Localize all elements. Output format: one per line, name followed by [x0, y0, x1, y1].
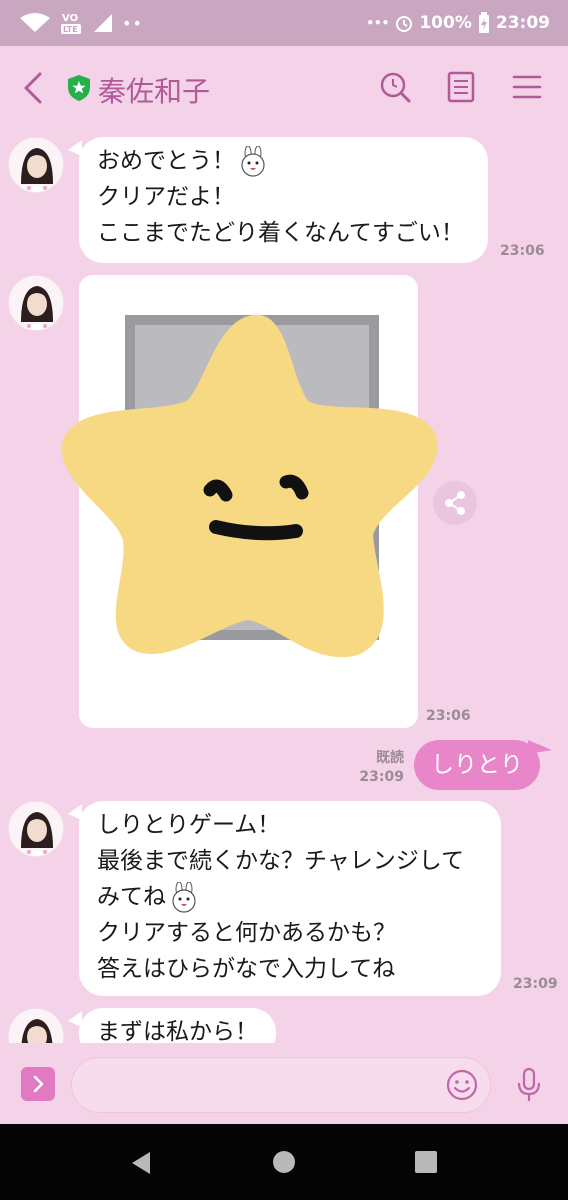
status-right: ••• 100% 23:09	[366, 12, 550, 34]
svg-text:VO: VO	[62, 13, 78, 24]
status-time: 23:09	[495, 13, 550, 33]
alarm-icon	[396, 16, 413, 32]
volte-icon: VO LTE	[61, 13, 81, 34]
message-line: クリアだよ！	[97, 184, 235, 210]
notification-dots: ••	[122, 13, 143, 33]
status-left: VO LTE ••	[18, 10, 143, 36]
share-button[interactable]	[433, 481, 477, 525]
mic-icon[interactable]	[514, 1067, 544, 1103]
chat-title: 秦佐和子	[98, 75, 211, 108]
menu-icon[interactable]	[510, 70, 544, 104]
message-line: ここまでたどり着くなんてすごい！	[97, 220, 464, 246]
search-icon[interactable]	[378, 70, 412, 104]
notes-icon[interactable]	[444, 70, 478, 104]
wifi-icon	[20, 13, 50, 32]
my-message-bubble[interactable]: しりとり	[414, 740, 540, 790]
cony-sticker-icon	[241, 145, 265, 177]
status-bar: VO LTE •• ••• 100% 23:09	[0, 0, 568, 46]
nav-recents-icon[interactable]	[414, 1150, 438, 1174]
android-nav-bar	[0, 1124, 568, 1200]
expand-button[interactable]	[21, 1067, 55, 1101]
cony-sticker-icon	[172, 881, 196, 913]
battery-charging-icon	[478, 12, 489, 33]
message-line: しりとりゲーム！	[97, 812, 281, 838]
message-time: 23:06	[500, 243, 545, 259]
message-bubble[interactable]: おめでとう！ クリアだよ！ ここまでたどり着くなんてすごい！	[79, 137, 488, 263]
shield-star-icon	[68, 75, 90, 101]
signal-icon	[94, 14, 112, 32]
status-more: •••	[366, 16, 390, 30]
emoji-icon[interactable]	[446, 1069, 478, 1101]
chevron-right-icon	[33, 1075, 44, 1093]
chat-header: 秦佐和子	[0, 46, 568, 132]
message-time: 23:09	[513, 976, 558, 992]
back-icon[interactable]	[18, 70, 50, 106]
message-line: 答えはひらがなで入力してね	[97, 956, 396, 982]
message-line: おめでとう！	[97, 148, 235, 174]
nav-back-icon[interactable]	[128, 1150, 154, 1176]
message-line: クリアすると何かあるかも？	[97, 920, 396, 946]
nav-home-icon[interactable]	[272, 1150, 296, 1174]
message-input[interactable]	[71, 1057, 491, 1113]
battery-percent: 100%	[419, 13, 472, 33]
read-receipt: 既読 23:09	[352, 749, 404, 787]
read-label: 既読	[376, 750, 404, 766]
star-sticker-overlay	[61, 314, 438, 658]
message-time: 23:06	[426, 708, 471, 724]
message-time: 23:09	[359, 769, 404, 785]
input-bar	[0, 1043, 568, 1124]
message-line: みてね	[97, 884, 166, 910]
avatar[interactable]	[8, 137, 64, 193]
avatar[interactable]	[8, 275, 64, 331]
svg-text:LTE: LTE	[63, 25, 78, 34]
message-bubble[interactable]: しりとりゲーム！ 最後まで続くかな？チャレンジして みてね クリアすると何かある…	[79, 801, 501, 996]
avatar[interactable]	[8, 801, 64, 857]
message-line: 最後まで続くかな？チャレンジして	[97, 848, 465, 874]
